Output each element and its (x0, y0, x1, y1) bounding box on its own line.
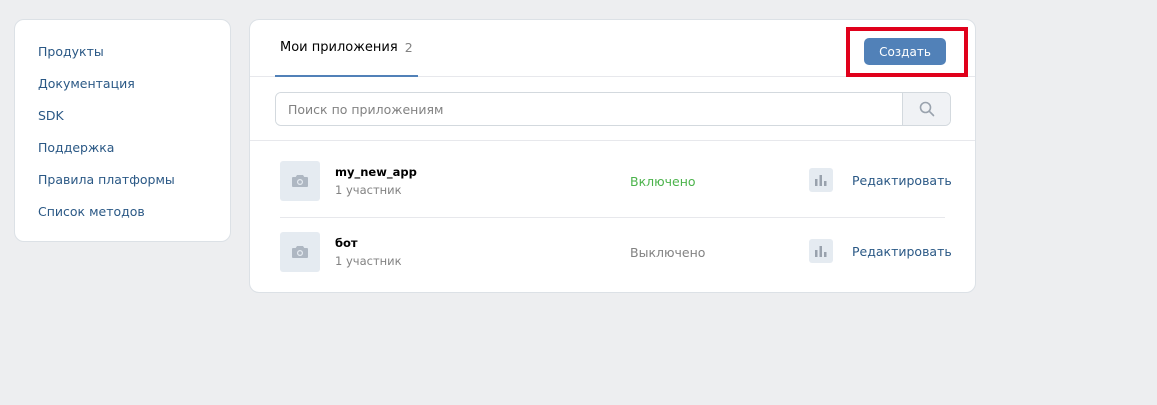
sidebar-item-sdk[interactable]: SDK (15, 103, 230, 135)
bar-chart-icon (815, 245, 827, 257)
app-members: 1 участник (335, 183, 402, 197)
edit-link[interactable]: Редактировать (852, 244, 952, 259)
search-bar (275, 92, 951, 126)
sidebar-item-documentation[interactable]: Документация (15, 71, 230, 103)
sidebar-item-support[interactable]: Поддержка (15, 135, 230, 167)
bar-chart-icon (815, 174, 827, 186)
sidebar-item-products[interactable]: Продукты (15, 39, 230, 71)
app-status: Включено (630, 174, 696, 189)
app-avatar[interactable] (280, 161, 320, 201)
app-name[interactable]: бот (335, 236, 358, 250)
stats-button[interactable] (809, 239, 833, 263)
divider (250, 140, 975, 141)
camera-icon (292, 246, 308, 258)
apps-panel: Мои приложения 2 Создать my_new_app 1 уч… (249, 19, 976, 293)
camera-icon (292, 175, 308, 187)
search-button[interactable] (902, 93, 950, 125)
stats-button[interactable] (809, 168, 833, 192)
app-name[interactable]: my_new_app (335, 165, 417, 179)
edit-link[interactable]: Редактировать (852, 173, 952, 188)
app-members: 1 участник (335, 254, 402, 268)
app-status: Выключено (630, 245, 706, 260)
tab-my-apps[interactable]: Мои приложения 2 (275, 20, 418, 77)
sidebar: Продукты Документация SDK Поддержка Прав… (14, 19, 231, 242)
tab-label: Мои приложения (280, 40, 398, 55)
app-row: my_new_app 1 участник Включено Редактиро… (280, 147, 952, 217)
create-button[interactable]: Создать (864, 38, 946, 65)
app-avatar[interactable] (280, 232, 320, 272)
search-icon (919, 101, 934, 117)
tab-count: 2 (404, 40, 413, 55)
search-input[interactable] (276, 93, 902, 125)
sidebar-item-platform-rules[interactable]: Правила платформы (15, 167, 230, 199)
sidebar-item-methods-list[interactable]: Список методов (15, 199, 230, 231)
app-row: бот 1 участник Выключено Редактировать (280, 217, 952, 287)
